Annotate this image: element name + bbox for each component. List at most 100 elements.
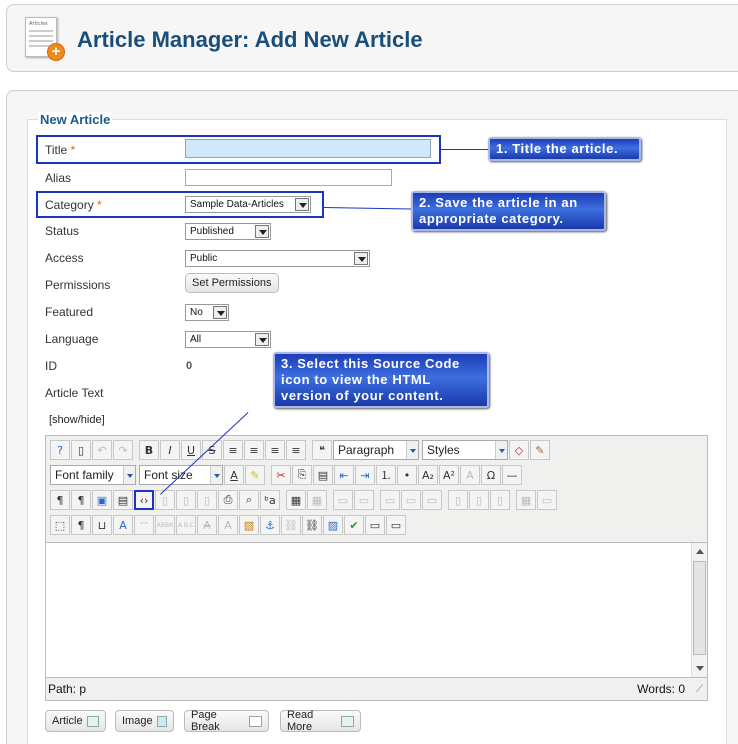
insert-table-icon[interactable]: ▦ [286, 490, 306, 510]
access-select[interactable]: Public [185, 250, 370, 267]
subscript-icon[interactable]: A₂ [418, 465, 438, 485]
spellcheck-icon[interactable]: ✔ [344, 515, 364, 535]
alias-input[interactable] [185, 169, 392, 186]
outdent-icon[interactable]: ⇤ [334, 465, 354, 485]
link-icon[interactable]: ⛓ [302, 515, 322, 535]
article-button[interactable]: Article [45, 710, 106, 732]
cleanup-brush-icon[interactable]: ✎ [530, 440, 550, 460]
row-after-icon[interactable]: ▭ [401, 490, 421, 510]
merge-cells-icon[interactable]: ▭ [537, 490, 557, 510]
set-permissions-button[interactable]: Set Permissions [185, 273, 279, 293]
eraser-icon[interactable]: ◇ [509, 440, 529, 460]
superscript-icon[interactable]: A² [439, 465, 459, 485]
cell-props-icon[interactable]: ▭ [354, 490, 374, 510]
preview-icon[interactable]: ▤ [113, 490, 133, 510]
edit-image-disabled-icon[interactable]: ▯ [176, 490, 196, 510]
row-before-icon[interactable]: ▭ [380, 490, 400, 510]
page-header: Articles + Article Manager: Add New Arti… [6, 4, 738, 72]
bold-icon[interactable]: B [139, 440, 159, 460]
split-cells-icon[interactable]: ▦ [516, 490, 536, 510]
scroll-up-icon[interactable] [696, 549, 704, 554]
bullet-list-icon[interactable]: • [397, 465, 417, 485]
scroll-thumb[interactable] [693, 561, 706, 655]
character-map-disabled-icon[interactable]: A [460, 465, 480, 485]
template-disabled-icon[interactable]: ▯ [197, 490, 217, 510]
path-value[interactable]: p [79, 682, 86, 696]
scroll-down-icon[interactable] [696, 666, 704, 671]
ltr-icon[interactable]: ¶ [50, 490, 70, 510]
styles-select[interactable]: Styles [422, 440, 508, 460]
article-icon [86, 715, 99, 727]
resize-grip-icon[interactable]: ⟋ [696, 684, 703, 695]
id-value: 0 [186, 360, 193, 372]
blockquote-icon[interactable]: ❝ [312, 440, 332, 460]
read-more-button[interactable]: Read More [280, 709, 361, 733]
help-icon[interactable]: ? [50, 440, 70, 460]
rtl-icon[interactable]: ¶ [71, 490, 91, 510]
page-break-button[interactable]: Page Break [184, 709, 269, 733]
visual-aid-icon[interactable]: ⬚ [50, 515, 70, 535]
callout-3: 3. Select this Source Code icon to view … [273, 352, 489, 408]
align-left-icon[interactable]: ≡ [265, 440, 285, 460]
strikethrough-icon[interactable]: S [202, 440, 222, 460]
align-center-icon[interactable]: ≡ [244, 440, 264, 460]
callout-1-connector [441, 149, 489, 150]
alias-label: Alias [45, 171, 72, 185]
image-icon[interactable]: ▨ [323, 515, 343, 535]
paste-icon[interactable]: ▤ [313, 465, 333, 485]
abbr-icon[interactable]: ABBR [155, 515, 175, 535]
editor-content-area[interactable] [46, 542, 707, 678]
print-icon[interactable]: ⎙ [218, 490, 238, 510]
font-family-select[interactable]: Font family [50, 465, 136, 485]
page-break-icon[interactable]: ▭ [386, 515, 406, 535]
image-button[interactable]: Image [115, 710, 174, 732]
page-title: Article Manager: Add New Article [77, 27, 423, 52]
italic-icon[interactable]: I [160, 440, 180, 460]
redo-icon[interactable]: ↷ [113, 440, 133, 460]
language-select[interactable]: All [185, 331, 271, 348]
delete-row-icon[interactable]: ▭ [422, 490, 442, 510]
numbered-list-icon[interactable]: ⒈ [376, 465, 396, 485]
row-props-icon[interactable]: ▭ [333, 490, 353, 510]
delete-table-icon[interactable]: ▦ [307, 490, 327, 510]
text-color-icon[interactable]: A [224, 465, 244, 485]
align-right-icon[interactable]: ≡ [286, 440, 306, 460]
source-code-icon[interactable]: ‹› [134, 490, 154, 510]
cut-icon[interactable]: ✂ [271, 465, 291, 485]
find-icon[interactable]: ⌕ [239, 490, 259, 510]
article-add-icon: Articles + [23, 17, 65, 63]
indent-icon[interactable]: ⇥ [355, 465, 375, 485]
format-select[interactable]: Paragraph [333, 440, 419, 460]
style-props-icon[interactable]: A [113, 515, 133, 535]
unlink-icon[interactable]: ⛓ [281, 515, 301, 535]
anchor-disabled-icon[interactable]: ▯ [155, 490, 175, 510]
anchor-icon[interactable]: ⚓ [260, 515, 280, 535]
status-select[interactable]: Published [185, 223, 271, 240]
fullscreen-icon[interactable]: ▣ [92, 490, 112, 510]
title-highlight-box [36, 135, 441, 164]
nonbreaking-icon[interactable]: ⊔ [92, 515, 112, 535]
ins-icon[interactable]: A [218, 515, 238, 535]
delete-col-icon[interactable]: ▯ [490, 490, 510, 510]
highlight-color-icon[interactable]: ✎ [245, 465, 265, 485]
show-hide-link[interactable]: [show/hide] [49, 414, 105, 426]
insert-image-icon[interactable]: ▧ [239, 515, 259, 535]
replace-icon[interactable]: ᵇa [260, 490, 280, 510]
align-justify-icon[interactable]: ≡ [223, 440, 243, 460]
layer-icon[interactable]: ▭ [365, 515, 385, 535]
show-blocks-icon[interactable]: ¶ [71, 515, 91, 535]
image-insert-icon [156, 715, 167, 727]
new-document-icon[interactable]: ▯ [71, 440, 91, 460]
copy-icon[interactable]: ⎘ [292, 465, 312, 485]
fieldset-legend: New Article [38, 112, 113, 127]
col-after-icon[interactable]: ▯ [469, 490, 489, 510]
omega-icon[interactable]: Ω [481, 465, 501, 485]
featured-select[interactable]: No [185, 304, 229, 321]
horizontal-rule-icon[interactable]: — [502, 465, 522, 485]
editor-scrollbar[interactable] [691, 543, 707, 677]
cite-icon[interactable]: “” [134, 515, 154, 535]
col-before-icon[interactable]: ▯ [448, 490, 468, 510]
acronym-icon[interactable]: A.B.C [176, 515, 196, 535]
del-icon[interactable]: A [197, 515, 217, 535]
undo-icon[interactable]: ↶ [92, 440, 112, 460]
